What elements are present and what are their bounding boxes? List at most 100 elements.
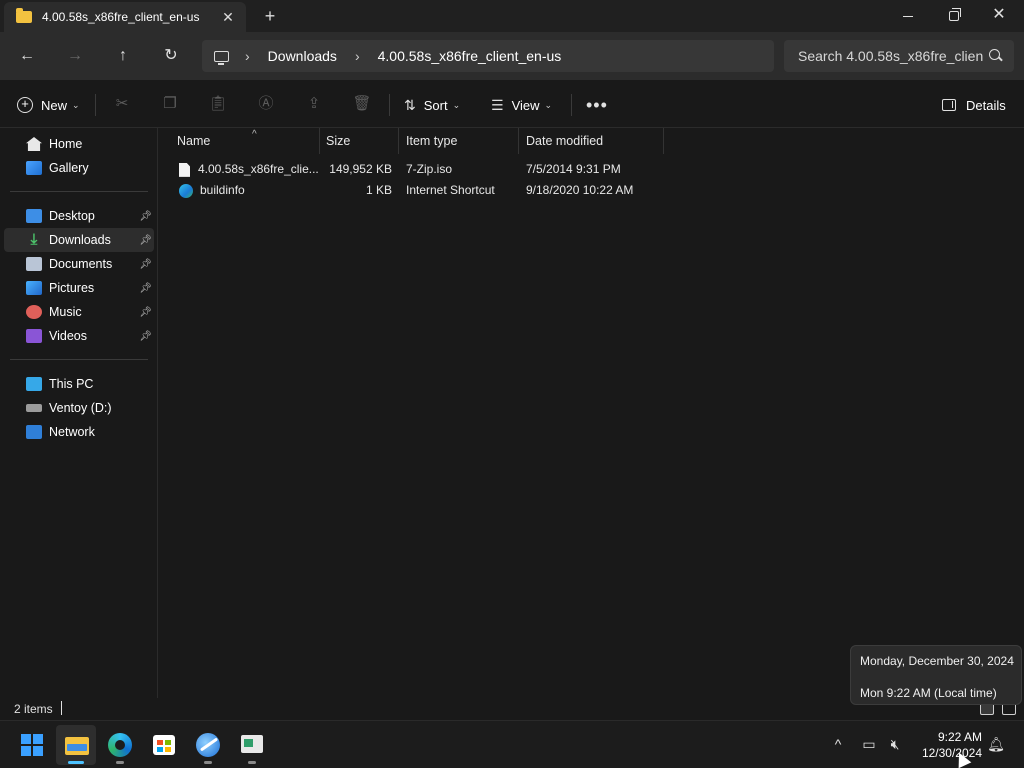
music-icon: [26, 305, 42, 319]
paste-icon[interactable]: 📋︎: [208, 94, 228, 114]
file-name: 4.00.58s_x86fre_clie...: [198, 162, 319, 176]
search-box[interactable]: [784, 40, 1014, 72]
taskbar-edge[interactable]: [100, 725, 140, 765]
sort-icon: ⇅: [404, 96, 416, 113]
taskbar-file-explorer[interactable]: [56, 725, 96, 765]
breadcrumb[interactable]: › Downloads › 4.00.58s_x86fre_client_en-…: [202, 40, 774, 72]
column-header-label: Item type: [406, 134, 458, 148]
show-hidden-icons-button[interactable]: ^: [828, 733, 848, 755]
details-pane-button[interactable]: Details: [942, 92, 1006, 118]
delete-icon[interactable]: 🗑︎: [352, 94, 372, 114]
file-list: ^ Name Size Item type Date modified 4.00…: [159, 128, 1024, 698]
rename-icon[interactable]: Ⓐ: [256, 94, 276, 114]
title-bar: 4.00.58s_x86fre_client_en-us ✕ + ✕: [0, 0, 1024, 32]
internet-explorer-icon: [196, 733, 220, 757]
chevron-down-icon: ⌄: [452, 99, 461, 110]
column-header-type[interactable]: Item type: [399, 128, 519, 154]
see-more-button[interactable]: •••: [586, 92, 608, 118]
sort-button[interactable]: ⇅ Sort ⌄: [404, 92, 460, 118]
notifications-bell-icon[interactable]: 🔔︎: [986, 733, 1006, 755]
breadcrumb-current-folder[interactable]: 4.00.58s_x86fre_client_en-us: [378, 48, 562, 64]
new-tab-button[interactable]: +: [258, 6, 282, 26]
column-header-name[interactable]: ^ Name: [170, 128, 320, 154]
clock-date: 12/30/2024: [921, 746, 982, 760]
folder-icon: [16, 8, 32, 23]
sidebar-item-ventoy-drive[interactable]: Ventoy (D:): [4, 396, 154, 420]
start-button[interactable]: [12, 725, 52, 765]
pin-icon[interactable]: 📌︎: [139, 283, 152, 294]
tab-title: 4.00.58s_x86fre_client_en-us: [42, 10, 200, 24]
item-count: 2 items: [14, 702, 53, 716]
network-status-icon[interactable]: ▭: [859, 733, 879, 755]
restore-button[interactable]: [931, 0, 977, 32]
command-bar: + New ⌄ ✂ ❐ 📋︎ Ⓐ ⇪ 🗑︎ ⇅ Sort ⌄ ☰ View ⌄ …: [0, 80, 1024, 128]
gallery-icon: [26, 161, 42, 175]
pin-icon[interactable]: 📌︎: [139, 331, 152, 342]
taskbar-app[interactable]: [232, 725, 272, 765]
tooltip-date: Monday, December 30, 2024: [860, 654, 1014, 668]
file-explorer-icon: [65, 737, 89, 755]
share-icon[interactable]: ⇪: [304, 94, 324, 114]
pin-icon[interactable]: 📌︎: [139, 307, 152, 318]
breadcrumb-downloads[interactable]: Downloads: [268, 48, 337, 64]
search-icon[interactable]: [989, 49, 1000, 60]
view-button[interactable]: ☰ View ⌄: [491, 92, 552, 118]
new-button[interactable]: + New ⌄: [17, 92, 80, 118]
sidebar-item-desktop[interactable]: Desktop 📌︎: [4, 204, 154, 228]
taskbar-internet-explorer[interactable]: [188, 725, 228, 765]
table-row[interactable]: buildinfo 1 KB Internet Shortcut 9/18/20…: [169, 180, 664, 201]
refresh-button[interactable]: ↻: [157, 42, 185, 70]
column-header-date[interactable]: Date modified: [519, 128, 664, 154]
sidebar-item-network[interactable]: Network: [4, 420, 154, 444]
pin-icon[interactable]: 📌︎: [139, 211, 152, 222]
address-bar: ← → ↑ ↻ › Downloads › 4.00.58s_x86fre_cl…: [0, 32, 1024, 80]
tab-current-folder[interactable]: 4.00.58s_x86fre_client_en-us ✕: [4, 2, 246, 32]
back-button[interactable]: ←: [13, 42, 41, 70]
close-window-button[interactable]: ✕: [976, 0, 1022, 32]
sidebar-item-gallery[interactable]: Gallery: [4, 156, 154, 180]
sidebar-item-this-pc[interactable]: This PC: [4, 372, 154, 396]
sidebar-item-downloads[interactable]: ⤓ Downloads 📌︎: [4, 228, 154, 252]
up-arrow-icon: ↑: [119, 47, 127, 64]
restore-icon: [949, 8, 961, 22]
cut-icon[interactable]: ✂: [112, 94, 132, 114]
copy-icon[interactable]: ❐: [160, 94, 180, 114]
search-input[interactable]: [798, 48, 983, 64]
volume-muted-icon[interactable]: 🔇︎: [885, 733, 905, 755]
chevron-right-icon[interactable]: ›: [355, 48, 360, 64]
running-indicator: [68, 761, 84, 764]
file-name-cell: buildinfo: [179, 180, 309, 201]
sidebar-item-videos[interactable]: Videos 📌︎: [4, 324, 154, 348]
file-name: buildinfo: [200, 183, 245, 197]
forward-button[interactable]: →: [61, 42, 89, 70]
sort-button-label: Sort: [423, 97, 448, 113]
table-row[interactable]: 4.00.58s_x86fre_clie... 149,952 KB 7-Zip…: [169, 159, 664, 180]
sidebar-item-label: Gallery: [49, 161, 89, 175]
taskbar-clock[interactable]: 9:22 AM 12/30/2024: [910, 727, 990, 763]
pin-icon[interactable]: 📌︎: [139, 235, 152, 246]
close-tab-icon[interactable]: ✕: [216, 9, 240, 26]
taskbar-store[interactable]: [144, 725, 184, 765]
sidebar-item-home[interactable]: Home: [4, 132, 154, 156]
pin-icon[interactable]: 📌︎: [139, 259, 152, 270]
chevron-right-icon[interactable]: ›: [245, 48, 250, 64]
sort-ascending-icon: ^: [252, 129, 257, 140]
sidebar-item-documents[interactable]: Documents 📌︎: [4, 252, 154, 276]
view-icon: ☰: [491, 96, 504, 113]
up-button[interactable]: ↑: [109, 42, 137, 70]
drive-icon: [26, 404, 42, 412]
file-date: 7/5/2014 9:31 PM: [526, 162, 621, 176]
column-header-label: Name: [177, 134, 211, 148]
sidebar-item-music[interactable]: Music 📌︎: [4, 300, 154, 324]
column-header-size[interactable]: Size: [319, 128, 399, 154]
file-date: 9/18/2020 10:22 AM: [526, 183, 634, 197]
refresh-icon: ↻: [164, 47, 178, 64]
sidebar-item-pictures[interactable]: Pictures 📌︎: [4, 276, 154, 300]
home-icon: [26, 137, 42, 151]
column-header-label: Size: [326, 134, 351, 148]
minimize-button[interactable]: [885, 0, 931, 32]
computer-icon[interactable]: [214, 50, 229, 65]
new-button-label: New: [41, 97, 68, 113]
documents-icon: [26, 257, 42, 271]
videos-icon: [26, 329, 42, 343]
